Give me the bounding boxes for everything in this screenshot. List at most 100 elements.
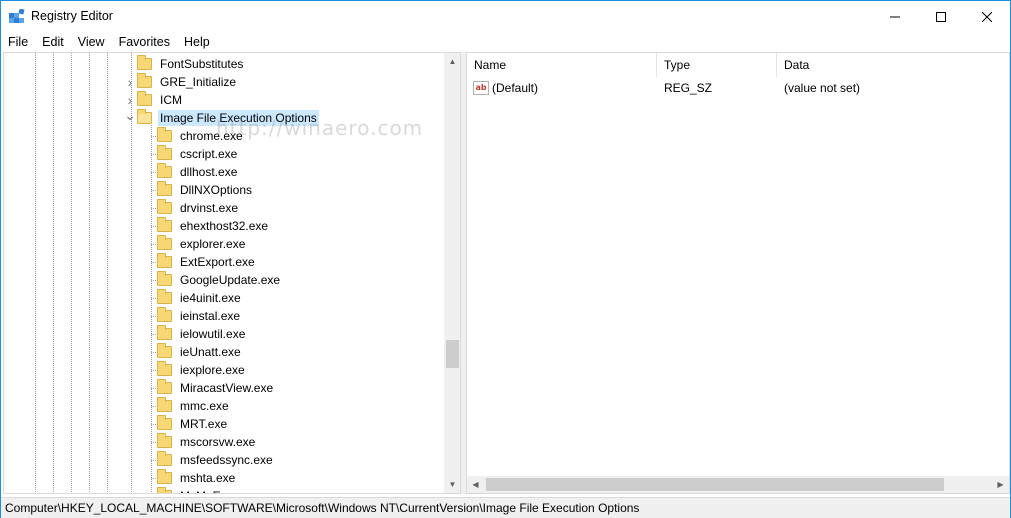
status-path: Computer\HKEY_LOCAL_MACHINE\SOFTWARE\Mic… <box>5 501 640 515</box>
tree-item-label: FontSubstitutes <box>160 57 244 71</box>
folder-icon <box>157 325 172 340</box>
tree-item[interactable]: GoogleUpdate.exe <box>157 271 282 289</box>
tree-item[interactable]: ielowutil.exe <box>157 325 247 343</box>
key-tree[interactable]: FontSubstitutes › GRE_Initialize › ICM ⌄ Image… <box>4 53 444 493</box>
menu-favorites[interactable]: Favorites <box>112 32 177 52</box>
folder-icon <box>157 289 172 304</box>
menu-bar: File Edit View Favorites Help <box>1 32 1010 52</box>
values-pane[interactable]: Name Type Data ab (Default) REG_SZ (valu… <box>466 52 1010 494</box>
folder-icon <box>157 361 172 376</box>
close-button[interactable] <box>964 1 1010 32</box>
folder-icon <box>157 487 172 493</box>
folder-icon <box>157 343 172 358</box>
tree-item[interactable]: ⌄ Image File Execution Options <box>123 106 319 127</box>
folder-icon <box>157 451 172 466</box>
tree-item[interactable]: FontSubstitutes <box>123 55 245 73</box>
tree-item-label: GRE_Initialize <box>160 75 237 89</box>
folder-icon <box>137 109 152 124</box>
window-title: Registry Editor <box>31 9 113 23</box>
key-tree-pane[interactable]: FontSubstitutes › GRE_Initialize › ICM ⌄ Image… <box>3 52 461 494</box>
tree-item-label: drvinst.exe <box>180 201 239 215</box>
title-bar[interactable]: Registry Editor <box>1 1 1010 32</box>
tree-vertical-scrollbar[interactable]: ▲ ▼ <box>444 53 460 493</box>
tree-guide-line <box>89 53 90 493</box>
tree-item-label: mscorsvw.exe <box>180 435 256 449</box>
tree-guide-line <box>53 53 54 493</box>
tree-item-label: ie4uinit.exe <box>180 291 241 305</box>
menu-file[interactable]: File <box>1 32 35 52</box>
folder-icon <box>157 235 172 250</box>
chevron-down-icon[interactable]: ⌄ <box>123 106 137 124</box>
tree-item-label: MRT.exe <box>180 417 228 431</box>
tree-item-label: MsMpEng.exe <box>178 488 259 493</box>
tree-item[interactable]: ieUnatt.exe <box>157 343 243 361</box>
tree-guide-line <box>35 53 36 493</box>
folder-icon <box>157 271 172 286</box>
tree-item[interactable]: mscorsvw.exe <box>157 433 257 451</box>
tree-item[interactable]: explorer.exe <box>157 235 247 253</box>
tree-item[interactable]: cscript.exe <box>157 145 239 163</box>
tree-item-label: iexplore.exe <box>180 363 245 377</box>
status-bar: Computer\HKEY_LOCAL_MACHINE\SOFTWARE\Mic… <box>1 497 1010 518</box>
menu-view[interactable]: View <box>71 32 112 52</box>
tree-item[interactable]: MsMpEng.exe <box>157 487 259 493</box>
folder-icon <box>137 73 152 88</box>
value-name: (Default) <box>492 81 539 95</box>
tree-item-label: GoogleUpdate.exe <box>180 273 281 287</box>
folder-icon <box>157 433 172 448</box>
tree-item[interactable]: msfeedssync.exe <box>157 451 275 469</box>
value-row[interactable]: ab (Default) REG_SZ (value not set) <box>467 79 1009 97</box>
tree-item[interactable]: mmc.exe <box>157 397 231 415</box>
value-name-cell: ab (Default) <box>473 79 538 97</box>
tree-guide-line <box>71 53 72 493</box>
maximize-button[interactable] <box>918 1 964 32</box>
tree-item[interactable]: MRT.exe <box>157 415 229 433</box>
registry-editor-window: Registry Editor File Edit View Favorites… <box>0 0 1011 518</box>
values-scroll-thumb[interactable] <box>486 478 944 491</box>
tree-item-label: ExtExport.exe <box>180 255 255 269</box>
values-horizontal-scrollbar[interactable]: ◀ ▶ <box>467 476 1009 493</box>
tree-item[interactable]: ie4uinit.exe <box>157 289 243 307</box>
menu-help[interactable]: Help <box>177 32 217 52</box>
tree-item[interactable]: ieinstal.exe <box>157 307 242 325</box>
scroll-down-arrow-icon[interactable]: ▼ <box>444 476 460 493</box>
column-header-type[interactable]: Type <box>657 53 777 77</box>
tree-item-label: msfeedssync.exe <box>180 453 273 467</box>
tree-scroll-thumb[interactable] <box>446 340 459 368</box>
tree-item[interactable]: drvinst.exe <box>157 199 240 217</box>
tree-item[interactable]: › GRE_Initialize <box>123 73 238 91</box>
string-value-icon: ab <box>473 81 489 95</box>
tree-item[interactable]: ehexthost32.exe <box>157 217 270 235</box>
folder-icon <box>137 91 152 106</box>
column-header-data[interactable]: Data <box>777 53 1009 77</box>
tree-item[interactable]: MiracastView.exe <box>157 379 275 397</box>
tree-item-label: chrome.exe <box>180 129 243 143</box>
tree-item-label: explorer.exe <box>180 237 246 251</box>
folder-icon <box>157 181 172 196</box>
tree-item[interactable]: iexplore.exe <box>157 361 247 379</box>
minimize-button[interactable] <box>872 1 918 32</box>
folder-icon <box>157 253 172 268</box>
tree-item[interactable]: ExtExport.exe <box>157 253 257 271</box>
close-icon <box>982 11 992 22</box>
folder-icon <box>157 127 172 142</box>
scroll-right-arrow-icon[interactable]: ▶ <box>992 476 1009 493</box>
tree-item[interactable]: DllNXOptions <box>157 181 254 199</box>
tree-item-label: dllhost.exe <box>180 165 238 179</box>
scroll-left-arrow-icon[interactable]: ◀ <box>467 476 484 493</box>
tree-item-label: mmc.exe <box>180 399 229 413</box>
column-header-name[interactable]: Name <box>467 53 657 77</box>
tree-item[interactable]: dllhost.exe <box>157 163 239 181</box>
tree-item[interactable]: mshta.exe <box>157 469 237 487</box>
tree-item[interactable]: chrome.exe <box>157 127 245 145</box>
scroll-up-arrow-icon[interactable]: ▲ <box>444 53 460 70</box>
tree-item-label: ICM <box>160 93 182 107</box>
chevron-right-icon[interactable]: › <box>123 73 137 91</box>
tree-item-label: ieUnatt.exe <box>180 345 241 359</box>
menu-edit[interactable]: Edit <box>35 32 71 52</box>
tree-item-label: cscript.exe <box>180 147 238 161</box>
value-data: (value not set) <box>784 81 861 95</box>
minimize-icon <box>890 16 900 17</box>
tree-guide-line <box>151 125 152 493</box>
folder-icon <box>157 397 172 412</box>
